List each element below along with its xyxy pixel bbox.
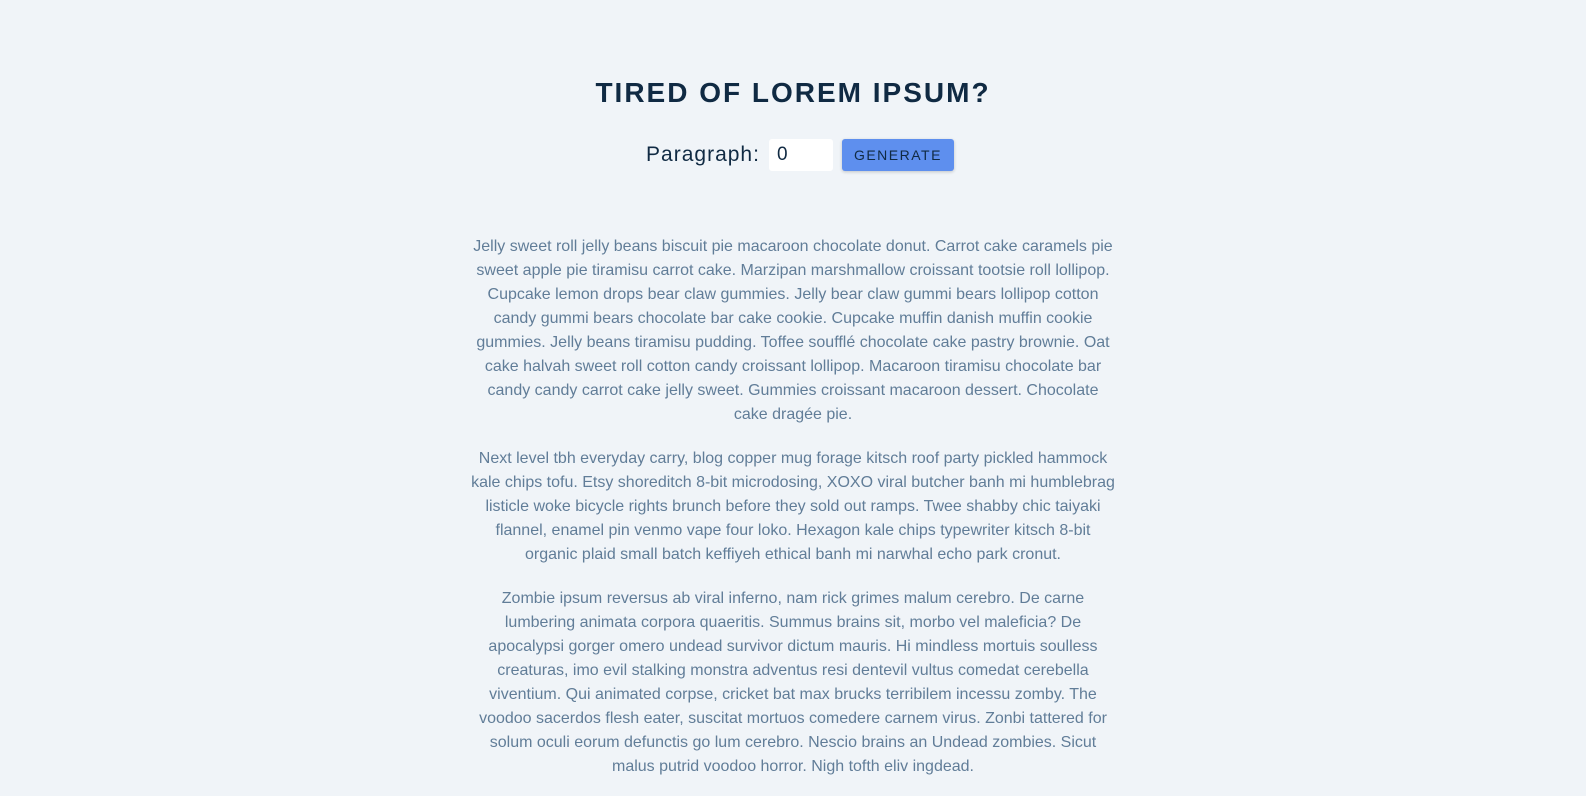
paragraph-3: Zombie ipsum reversus ab viral inferno, …	[479, 590, 1107, 775]
paragraph-count-input[interactable]	[768, 139, 833, 171]
paragraph-2: Next level tbh everyday carry, blog copp…	[471, 450, 1115, 563]
generated-text: Jelly sweet roll jelly beans biscuit pie…	[470, 235, 1116, 796]
paragraph-label: Paragraph:	[646, 143, 760, 166]
page: TIRED OF LOREM IPSUM? Paragraph: GENERAT…	[0, 0, 1586, 796]
page-title: TIRED OF LOREM IPSUM?	[595, 77, 991, 108]
generator-form: Paragraph: GENERATE	[0, 139, 1586, 171]
paragraph-1: Jelly sweet roll jelly beans biscuit pie…	[473, 238, 1113, 423]
generate-button[interactable]: GENERATE	[841, 139, 954, 171]
